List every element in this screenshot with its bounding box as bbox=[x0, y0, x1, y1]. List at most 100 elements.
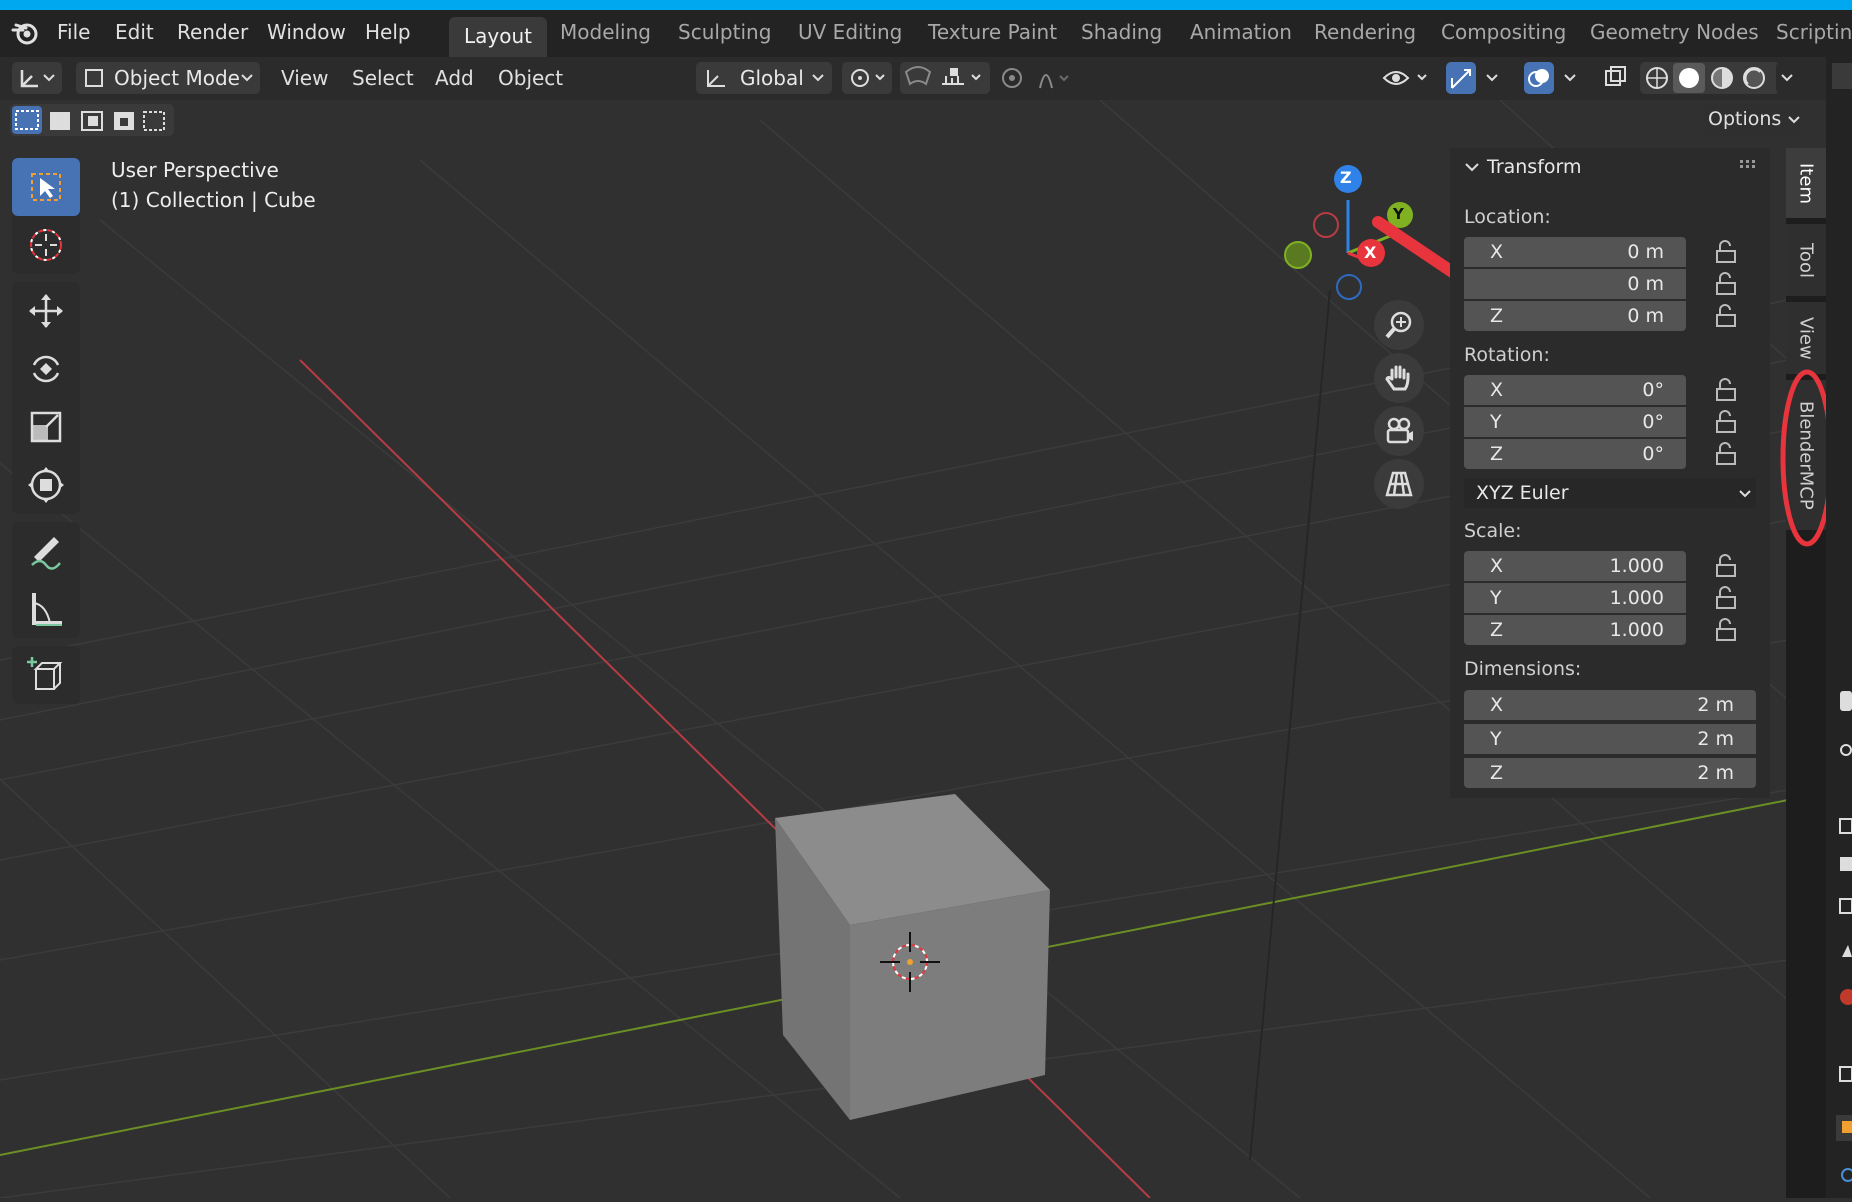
tab-tool[interactable]: Tool bbox=[1786, 224, 1826, 296]
lock-icon[interactable] bbox=[1714, 304, 1740, 328]
shading-mode-group bbox=[1640, 62, 1780, 94]
measure-icon bbox=[32, 593, 62, 626]
snapping-toggle[interactable] bbox=[900, 62, 990, 94]
cursor-icon bbox=[30, 229, 62, 261]
gizmo-dropdown[interactable] bbox=[1480, 62, 1506, 94]
select-box-tool[interactable] bbox=[12, 158, 80, 216]
pivot-point-dropdown[interactable] bbox=[842, 62, 892, 94]
tab-texture-paint[interactable]: Texture Paint bbox=[928, 20, 1057, 44]
proportional-edit-icon bbox=[1002, 68, 1069, 89]
scale-y-field[interactable]: Y 1.000 bbox=[1464, 583, 1686, 613]
menu-object[interactable]: Object bbox=[498, 66, 563, 90]
add-cube-icon bbox=[27, 657, 63, 690]
gizmo-z-label[interactable]: Z bbox=[1340, 168, 1352, 187]
annotate-tool[interactable] bbox=[12, 522, 80, 580]
lock-icon[interactable] bbox=[1714, 378, 1740, 402]
magnet-icon bbox=[904, 66, 981, 86]
rotation-x-field[interactable]: X 0° bbox=[1464, 375, 1686, 405]
dimensions-z-field[interactable]: Z2 m bbox=[1464, 758, 1756, 788]
dimensions-y-field[interactable]: Y2 m bbox=[1464, 724, 1756, 754]
pan-button[interactable] bbox=[1374, 353, 1424, 403]
tab-layout[interactable]: Layout bbox=[449, 17, 547, 58]
tab-sculpting[interactable]: Sculpting bbox=[678, 20, 771, 44]
location-y-field[interactable]: 0 m bbox=[1464, 269, 1686, 299]
rotation-z-field[interactable]: Z 0° bbox=[1464, 439, 1686, 469]
view-perspective-label: User Perspective bbox=[111, 158, 279, 182]
add-cube-tool[interactable] bbox=[12, 646, 80, 704]
object-mode-icon bbox=[85, 69, 103, 87]
options-label: Options bbox=[1708, 108, 1782, 130]
chevron-down-icon bbox=[1739, 490, 1751, 498]
rotation-y-field[interactable]: Y 0° bbox=[1464, 407, 1686, 437]
transform-orientation-dropdown[interactable]: Global bbox=[696, 62, 832, 94]
dimensions-label: Dimensions: bbox=[1464, 658, 1582, 680]
gizmo-toggle[interactable] bbox=[1446, 62, 1476, 94]
tab-blendermcp[interactable]: BlenderMCP bbox=[1786, 380, 1826, 530]
dimensions-x-field[interactable]: X2 m bbox=[1464, 690, 1756, 720]
menu-add[interactable]: Add bbox=[435, 66, 474, 90]
tab-geometry-nodes[interactable]: Geometry Nodes bbox=[1590, 20, 1759, 44]
lock-icon[interactable] bbox=[1714, 554, 1740, 578]
lock-icon[interactable] bbox=[1714, 618, 1740, 642]
menu-window[interactable]: Window bbox=[267, 20, 346, 44]
tab-item[interactable]: Item bbox=[1786, 148, 1826, 218]
select-box-icon bbox=[31, 173, 61, 201]
tab-compositing[interactable]: Compositing bbox=[1441, 20, 1566, 44]
menu-edit[interactable]: Edit bbox=[115, 20, 154, 44]
properties-editor-edge bbox=[1826, 57, 1852, 1198]
orientation-label: Global bbox=[740, 66, 804, 90]
hand-icon bbox=[1385, 365, 1410, 391]
drag-handle-icon[interactable] bbox=[1740, 160, 1760, 170]
xray-toggle[interactable] bbox=[1600, 62, 1630, 94]
menu-select[interactable]: Select bbox=[352, 66, 414, 90]
perspective-toggle-button[interactable] bbox=[1374, 459, 1424, 509]
transform-panel-title[interactable]: Transform bbox=[1487, 156, 1582, 178]
lock-icon[interactable] bbox=[1714, 410, 1740, 434]
chevron-down-icon bbox=[1564, 74, 1576, 82]
visibility-dropdown[interactable] bbox=[1380, 62, 1436, 94]
measure-tool[interactable] bbox=[12, 580, 80, 638]
mode-dropdown[interactable]: Object Mode bbox=[76, 62, 260, 94]
options-dropdown[interactable]: Options bbox=[1697, 104, 1807, 136]
transform-icon bbox=[28, 467, 64, 503]
tab-animation[interactable]: Animation bbox=[1190, 20, 1292, 44]
lock-icon[interactable] bbox=[1714, 272, 1740, 296]
scale-x-field[interactable]: X 1.000 bbox=[1464, 551, 1686, 581]
shading-dropdown[interactable] bbox=[1776, 62, 1800, 94]
tab-shading[interactable]: Shading bbox=[1081, 20, 1162, 44]
blender-logo-icon[interactable] bbox=[10, 18, 40, 48]
overlays-toggle[interactable] bbox=[1524, 62, 1554, 94]
lock-icon[interactable] bbox=[1714, 442, 1740, 466]
menu-help[interactable]: Help bbox=[365, 20, 411, 44]
camera-view-button[interactable] bbox=[1374, 406, 1424, 456]
chevron-down-icon[interactable] bbox=[1464, 162, 1480, 174]
overlays-dropdown[interactable] bbox=[1558, 62, 1584, 94]
gizmo-x-label[interactable]: X bbox=[1364, 243, 1376, 262]
zoom-button[interactable] bbox=[1374, 300, 1424, 350]
cursor-tool[interactable] bbox=[12, 216, 80, 274]
scale-z-field[interactable]: Z 1.000 bbox=[1464, 615, 1686, 645]
menu-file[interactable]: File bbox=[57, 20, 90, 44]
move-tool[interactable] bbox=[12, 282, 80, 340]
proportional-editing-toggle[interactable] bbox=[996, 62, 1082, 94]
tab-uv-editing[interactable]: UV Editing bbox=[798, 20, 902, 44]
menu-render[interactable]: Render bbox=[177, 20, 248, 44]
tab-rendering[interactable]: Rendering bbox=[1314, 20, 1416, 44]
location-x-field[interactable]: X0 m bbox=[1464, 237, 1686, 267]
rotation-mode-dropdown[interactable]: XYZ Euler bbox=[1464, 478, 1756, 508]
gizmo-y-label[interactable]: Y bbox=[1393, 205, 1404, 223]
lock-icon[interactable] bbox=[1714, 240, 1740, 264]
scale-icon bbox=[30, 411, 62, 443]
transform-tool[interactable] bbox=[12, 456, 80, 514]
rotate-tool[interactable] bbox=[12, 340, 80, 398]
window-title-strip bbox=[0, 0, 1852, 10]
location-label: Location: bbox=[1464, 206, 1551, 228]
tab-scripting[interactable]: Scripting bbox=[1776, 20, 1852, 44]
lock-icon[interactable] bbox=[1714, 586, 1740, 610]
location-z-field[interactable]: Z0 m bbox=[1464, 301, 1686, 331]
tab-modeling[interactable]: Modeling bbox=[560, 20, 651, 44]
menu-view[interactable]: View bbox=[281, 66, 328, 90]
tab-view[interactable]: View bbox=[1786, 302, 1826, 374]
editor-type-button[interactable] bbox=[12, 62, 62, 94]
scale-tool[interactable] bbox=[12, 398, 80, 456]
